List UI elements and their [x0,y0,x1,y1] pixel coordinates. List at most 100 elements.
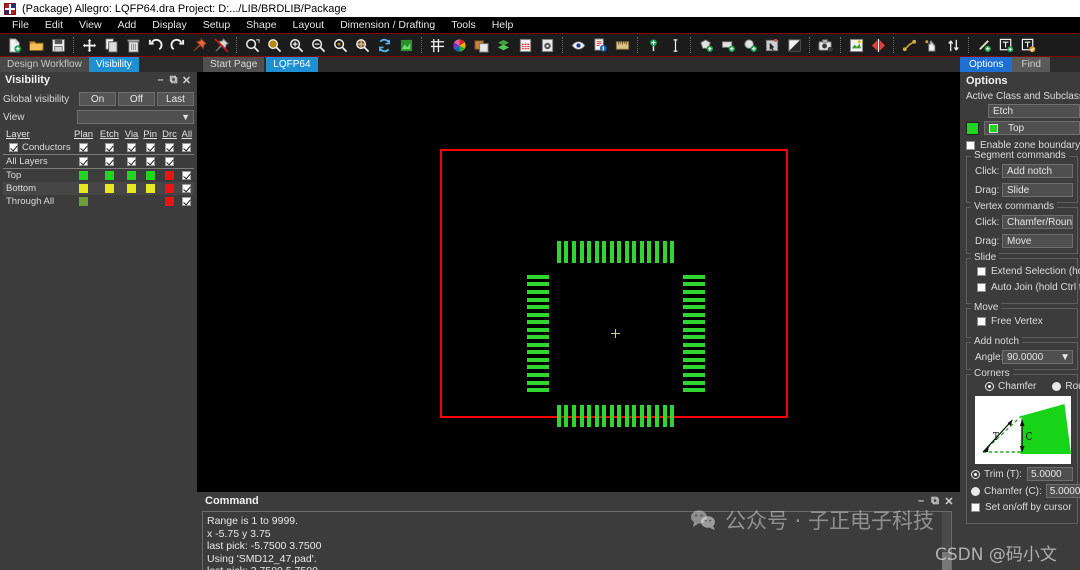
pad-bottom[interactable] [632,404,637,427]
add-text-icon[interactable] [665,35,685,55]
menu-file[interactable]: File [4,18,37,32]
vertex-icon[interactable] [943,35,963,55]
show-element-icon[interactable] [568,35,588,55]
auto-join-checkbox[interactable] [977,283,986,292]
pad-left[interactable] [526,289,549,294]
chamfer-value-radio[interactable] [971,486,980,496]
pad-left[interactable] [526,274,549,279]
angle-select[interactable]: 90.0000 ▼ [1002,350,1073,364]
open-folder-icon[interactable] [26,35,46,55]
chamfer-radio-row[interactable]: Chamfer [985,381,1036,392]
bottom-via-swatch[interactable] [122,182,140,195]
pad-bottom[interactable] [602,404,607,427]
round-radio[interactable] [1052,382,1062,391]
color-swatch[interactable] [165,183,175,193]
top-drc-swatch[interactable] [159,169,179,183]
refresh-icon[interactable] [374,35,394,55]
menu-edit[interactable]: Edit [37,18,71,32]
checkbox[interactable] [182,183,192,193]
pad-top[interactable] [594,240,599,263]
subclass-color-swatch[interactable] [966,121,979,135]
menu-view[interactable]: View [71,18,110,32]
all-layers-via-cell[interactable] [122,155,140,169]
pad-bottom[interactable] [587,404,592,427]
pad-top[interactable] [579,240,584,263]
new-file-icon[interactable] [4,35,24,55]
set-by-cursor-row[interactable]: Set on/off by cursor [971,502,1073,513]
chamfer-value-field[interactable]: 5.0000 [1045,484,1080,498]
through-all-drc-swatch[interactable] [159,195,179,208]
pad-right[interactable] [682,312,705,317]
tab-find[interactable]: Find [1012,57,1050,72]
report-icon[interactable] [515,35,535,55]
copy-icon[interactable] [101,35,121,55]
close-icon[interactable]: ✕ [942,495,956,508]
add-line-icon[interactable] [974,35,994,55]
pad-right[interactable] [682,335,705,340]
pad-right[interactable] [682,274,705,279]
pad-bottom[interactable] [564,404,569,427]
pad-top[interactable] [670,240,675,263]
slide-icon[interactable] [921,35,941,55]
menu-tools[interactable]: Tools [443,18,484,32]
add-circle-icon[interactable] [740,35,760,55]
pad-top[interactable] [624,240,629,263]
pad-right[interactable] [682,342,705,347]
subclass-icon[interactable] [493,35,513,55]
pad-top[interactable] [647,240,652,263]
minimize-icon[interactable]: – [154,74,167,86]
conductors-drc-cell[interactable] [159,141,179,155]
bottom-drc-swatch[interactable] [159,182,179,195]
float-icon[interactable]: ⧉ [167,74,180,87]
set-by-cursor-checkbox[interactable] [971,503,980,512]
zoom-in-icon[interactable] [286,35,306,55]
bottom-plan-swatch[interactable] [71,182,97,195]
all-layers-plan-cell[interactable] [71,155,97,169]
pad-right[interactable] [682,305,705,310]
auto-join-row[interactable]: Auto Join (hold Ctrl to toggle) [977,282,1080,293]
pad-right[interactable] [682,282,705,287]
snapshot-icon[interactable] [815,35,835,55]
tab-lqfp64[interactable]: LQFP64 [266,57,318,72]
route-icon[interactable] [899,35,919,55]
pin-icon[interactable] [189,35,209,55]
zoom-fit-icon[interactable] [242,35,262,55]
pad-bottom[interactable] [639,404,644,427]
pad-right[interactable] [682,289,705,294]
color-swatch[interactable] [79,196,89,206]
extend-selection-checkbox[interactable] [977,267,986,276]
grid-toggle-icon[interactable] [427,35,447,55]
setup-gear-icon[interactable] [537,35,557,55]
top-via-swatch[interactable] [122,169,140,183]
mirror-icon[interactable] [868,35,888,55]
global-visibility-on-button[interactable]: On [79,92,116,106]
vertex-drag-field[interactable]: Move [1002,234,1073,248]
tab-options[interactable]: Options [960,57,1013,72]
conductors-all-cell[interactable] [180,141,194,155]
pad-left[interactable] [526,388,549,393]
pad-right[interactable] [682,380,705,385]
add-rect-icon[interactable] [718,35,738,55]
pad-top[interactable] [556,240,561,263]
all-layers-drc-cell[interactable] [159,155,179,169]
color-swatch[interactable] [145,183,155,193]
tab-design-workflow[interactable]: Design Workflow [0,57,89,72]
pad-bottom[interactable] [655,404,660,427]
pad-left[interactable] [526,380,549,385]
color-swatch[interactable] [79,183,89,193]
layer-copy-icon[interactable] [471,35,491,55]
color-swatch[interactable] [79,170,89,180]
pad-bottom[interactable] [609,404,614,427]
pad-bottom[interactable] [624,404,629,427]
chamfer-radio[interactable] [985,382,994,391]
pad-bottom[interactable] [617,404,622,427]
pad-left[interactable] [526,365,549,370]
checkbox[interactable] [127,156,137,166]
menu-help[interactable]: Help [484,18,522,32]
tab-start-page[interactable]: Start Page [203,57,265,72]
color-swatch[interactable] [165,196,175,206]
top-pin-swatch[interactable] [141,169,160,183]
pad-left[interactable] [526,312,549,317]
menu-shape[interactable]: Shape [238,18,284,32]
pad-top[interactable] [571,240,576,263]
